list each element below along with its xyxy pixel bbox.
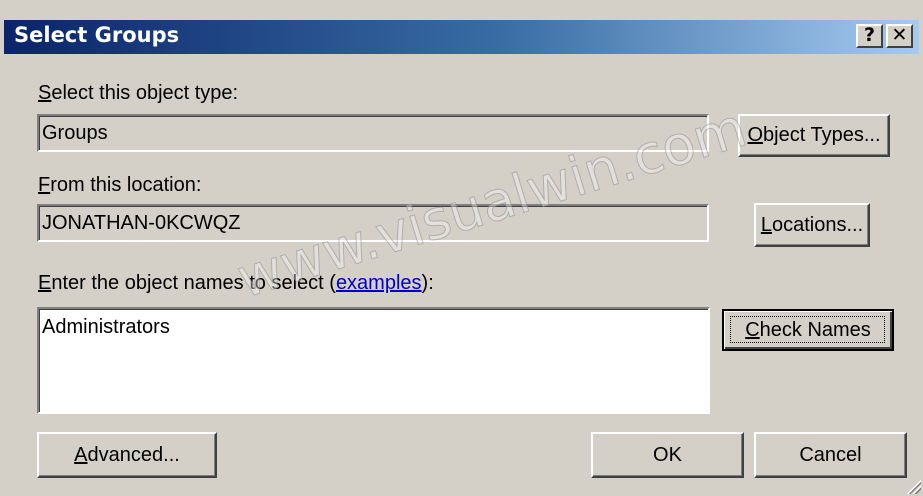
object-types-mnemonic: O	[747, 124, 764, 146]
help-button[interactable]: ?	[856, 24, 883, 48]
check-names-label: heck Names	[759, 318, 871, 341]
location-field: JONATHAN-0KCWQZ	[37, 204, 709, 242]
locations-label: ocations...	[771, 213, 864, 236]
object-names-label: Enter the object names to select (exampl…	[38, 272, 434, 295]
object-names-label-text: nter the object names to select (	[51, 272, 336, 294]
object-names-label-suffix: ):	[421, 272, 434, 294]
advanced-label: dvanced...	[87, 443, 180, 466]
examples-link[interactable]: examples	[336, 272, 422, 294]
cancel-button[interactable]: Cancel	[754, 432, 907, 478]
check-names-button[interactable]: Check Names	[722, 309, 894, 351]
close-button[interactable]: ✕	[886, 24, 913, 48]
window-title: Select Groups	[14, 23, 180, 47]
location-label-text: rom this location:	[50, 174, 202, 196]
title-bar[interactable]: Select Groups ? ✕	[4, 20, 919, 54]
resize-grip-icon[interactable]	[905, 478, 921, 494]
object-type-label-mnemonic: S	[38, 82, 52, 104]
object-type-label-text: elect this object type:	[51, 82, 239, 104]
locations-mnemonic: L	[760, 213, 772, 236]
object-names-label-mnemonic: E	[38, 272, 52, 294]
advanced-button[interactable]: Advanced...	[37, 432, 217, 478]
object-type-label: Select this object type:	[38, 82, 238, 105]
advanced-mnemonic: A	[74, 443, 88, 466]
check-names-mnemonic: C	[745, 318, 760, 341]
locations-button[interactable]: Locations...	[754, 203, 870, 247]
object-types-button[interactable]: Object Types...	[738, 114, 890, 157]
close-icon: ✕	[891, 24, 908, 46]
select-groups-dialog: Select Groups ? ✕ Select this object typ…	[0, 0, 923, 496]
object-types-label: bject Types...	[763, 124, 881, 146]
ok-button[interactable]: OK	[591, 432, 744, 478]
location-label: From this location:	[38, 174, 201, 197]
object-type-field: Groups	[37, 114, 709, 152]
help-icon: ?	[863, 24, 876, 46]
object-names-textarea[interactable]: Administrators	[37, 307, 710, 414]
location-label-mnemonic: F	[38, 174, 51, 196]
